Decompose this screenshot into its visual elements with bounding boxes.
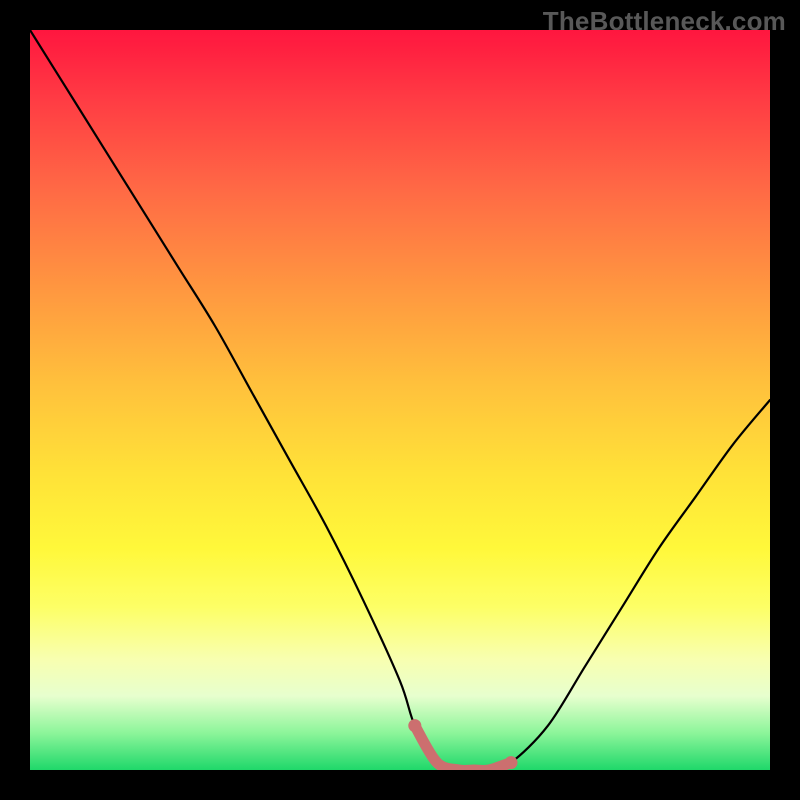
plot-area [30, 30, 770, 770]
chart-frame: TheBottleneck.com [0, 0, 800, 800]
flat-region-endpoint [505, 756, 518, 769]
curve-svg [30, 30, 770, 770]
main-curve-path [30, 30, 770, 770]
flat-region-highlight [415, 726, 511, 770]
flat-region-endpoint [408, 719, 421, 732]
